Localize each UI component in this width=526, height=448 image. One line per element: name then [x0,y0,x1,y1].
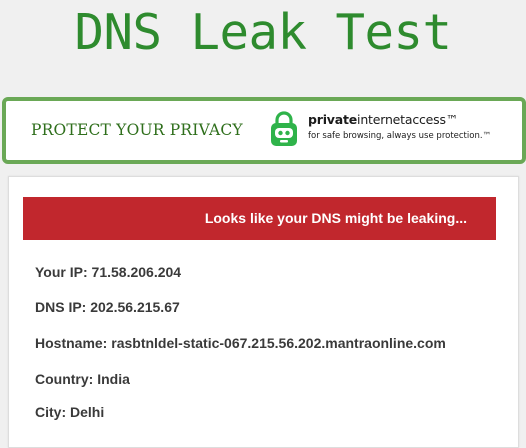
ad-tagline: for safe browsing, always use protection… [308,131,492,141]
your-ip-label: Your IP: [35,264,88,280]
hostname-row: Hostname: rasbtnldel-static-067.215.56.2… [35,335,446,351]
ad-brand-name: privateinternetaccess™ [308,112,458,127]
city-label: City: [35,404,67,420]
padlock-robot-icon [271,111,297,146]
dns-ip-value: 202.56.215.67 [90,299,180,315]
hostname-label: Hostname: [35,335,108,351]
leak-warning-banner: Looks like your DNS might be leaking... [23,197,496,240]
your-ip-value: 71.58.206.204 [91,264,182,280]
country-label: Country: [35,371,94,387]
city-row: City: Delhi [35,404,104,420]
page-title: DNS Leak Test [74,4,452,61]
country-row: Country: India [35,371,130,387]
ad-banner[interactable]: PROTECT YOUR PRIVACY privateinternetacce… [2,97,526,164]
ad-headline: PROTECT YOUR PRIVACY [31,121,243,139]
result-card: Looks like your DNS might be leaking... … [8,176,519,448]
city-value: Delhi [70,404,105,420]
ad-brand-regular: internetaccess™ [357,112,459,127]
ad-brand-bold: private [308,112,358,127]
leak-warning-text: Looks like your DNS might be leaking... [204,210,467,226]
your-ip-row: Your IP: 71.58.206.204 [35,264,181,280]
dns-ip-row: DNS IP: 202.56.215.67 [35,299,180,315]
dns-ip-label: DNS IP: [35,299,87,315]
hostname-value: rasbtnldel-static-067.215.56.202.mantrao… [111,335,446,351]
country-value: India [97,371,130,387]
